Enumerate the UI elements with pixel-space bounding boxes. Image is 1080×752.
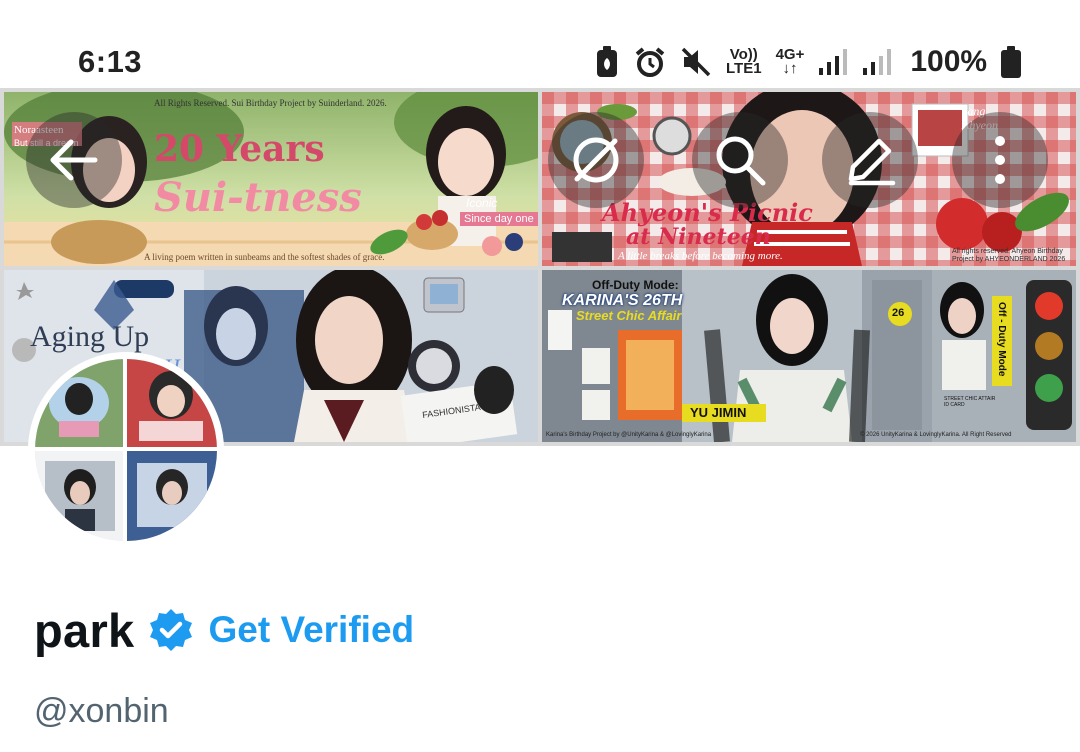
search-icon [716,136,766,186]
alarm-icon [634,46,666,78]
network-bottom-text: LTE1 [726,60,762,77]
status-bar: 6:13 Vo)) LTE1 4G+ ↓↑ 100% [0,0,1080,88]
get-verified-link[interactable]: Get Verified [208,609,414,651]
hide-icon [573,137,619,183]
tile4-credit-right: © 2026 UnityKarina & LovinglyKarina. All… [860,432,1012,438]
battery-icon [1001,46,1022,78]
tile2-subtitle: A little breaks before becoming more. [618,250,783,262]
edit-button[interactable] [822,112,918,208]
tile4-card-text: STREET CHIC ATTAIR ID CARD [944,396,996,408]
more-button[interactable] [952,112,1048,208]
tile4-credit-left: Karina's Birthday Project by @UnityKarin… [546,432,712,438]
battery-percent: 100% [910,45,988,78]
banner-nav-overlay [0,88,1080,238]
mute-icon [680,46,712,78]
tile4-vertical-text: Off - Duty Mode [996,302,1007,377]
tile4-number: 26 [892,307,905,319]
profile-handle: @xonbin [34,692,169,730]
edit-icon [848,138,896,186]
back-button[interactable] [26,112,122,208]
avatar-image [35,359,217,541]
tile4-name-tag: YU JIMIN [690,405,747,420]
verified-badge-icon[interactable] [148,607,194,653]
back-arrow-icon [50,139,98,181]
more-icon [995,136,1005,184]
battery-saver-icon [594,46,620,78]
tile4-title-line1: Off-Duty Mode: [592,278,679,292]
signal-icon [862,48,892,76]
network-type-4g: 4G+ ↓↑ [776,47,805,77]
tile1-caption: A living poem written in sunbeams and th… [144,252,385,262]
network2-bottom-text: ↓↑ [782,60,798,77]
avatar[interactable] [28,352,224,548]
status-icons: Vo)) LTE1 4G+ ↓↑ 100% [594,40,1022,84]
status-time: 6:13 [78,44,143,79]
profile-name-row: park Get Verified [34,598,414,662]
tile2-credit: All rights reserved. Ahyeon Birthday Pro… [952,248,1066,263]
search-button[interactable] [692,112,788,208]
tile3-title-line1: Aging Up [30,320,150,353]
hide-button[interactable] [548,112,644,208]
network-type-lte: Vo)) LTE1 [726,47,762,77]
banner-tile-karina: Off-Duty Mode: KARINA'S 26TH Street Chic… [542,270,1076,442]
tile4-title-line3: Street Chic Affair [576,308,682,323]
display-name: park [34,603,135,657]
signal-icon [818,48,848,76]
